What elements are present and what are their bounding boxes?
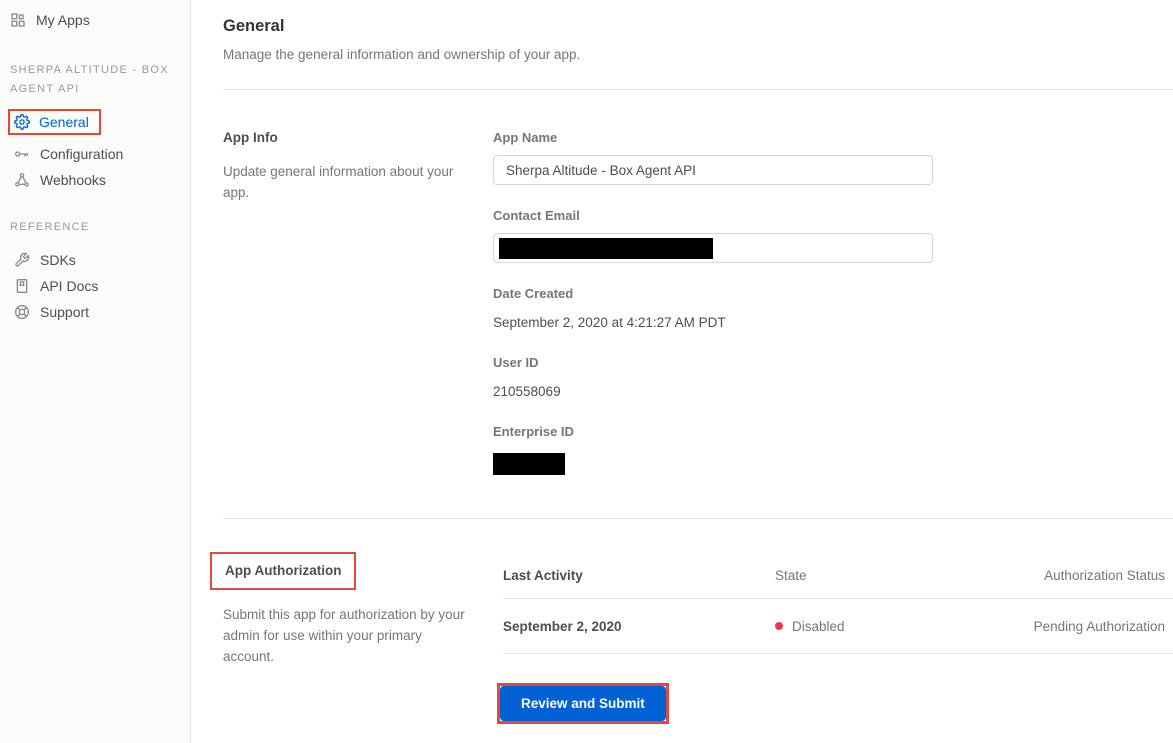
annotation-highlight-app-authorization: App Authorization xyxy=(210,552,356,590)
sidebar-item-label: SDKs xyxy=(40,252,76,268)
review-and-submit-button[interactable]: Review and Submit xyxy=(500,686,666,721)
annotation-highlight-submit-button: Review and Submit xyxy=(497,683,669,724)
table-row: September 2, 2020 Disabled Pending Autho… xyxy=(503,599,1173,654)
sidebar-item-label: Configuration xyxy=(40,146,123,162)
column-header-state: State xyxy=(775,568,941,583)
apps-grid-icon xyxy=(10,12,26,28)
lifebuoy-icon xyxy=(14,304,30,320)
webhook-icon xyxy=(14,172,30,188)
enterprise-id-field: Enterprise ID xyxy=(493,424,1173,475)
sidebar-app-section-label: SHERPA ALTITUDE - BOX AGENT API xyxy=(10,61,176,99)
app-name-label: App Name xyxy=(493,130,1173,145)
sidebar-reference-label: REFERENCE xyxy=(10,218,176,237)
app-authorization-section: App Authorization Submit this app for au… xyxy=(223,519,1173,724)
sidebar-item-configuration[interactable]: Configuration xyxy=(0,141,190,167)
page-subtitle: Manage the general information and owner… xyxy=(223,47,1173,62)
user-id-value: 210558069 xyxy=(493,384,1173,399)
state-value: Disabled xyxy=(792,619,845,634)
user-id-label: User ID xyxy=(493,355,1173,370)
redaction-box-enterprise-id xyxy=(493,453,565,475)
date-created-label: Date Created xyxy=(493,286,1173,301)
sidebar-item-my-apps[interactable]: My Apps xyxy=(0,0,190,36)
app-info-section: App Info Update general information abou… xyxy=(223,90,1173,519)
column-header-last-activity: Last Activity xyxy=(503,568,775,583)
sidebar-item-label: My Apps xyxy=(36,12,90,28)
sidebar-item-sdks[interactable]: SDKs xyxy=(0,247,190,273)
column-header-authorization-status: Authorization Status xyxy=(941,568,1173,583)
app-authorization-description: Submit this app for authorization by you… xyxy=(223,604,467,667)
sidebar: My Apps SHERPA ALTITUDE - BOX AGENT API … xyxy=(0,0,191,743)
redaction-box-email xyxy=(499,238,713,259)
sidebar-item-label: Webhooks xyxy=(40,172,106,188)
authorization-status-cell: Pending Authorization xyxy=(941,619,1173,634)
last-activity-cell: September 2, 2020 xyxy=(503,619,775,634)
app-info-heading: App Info xyxy=(223,130,467,145)
date-created-value: September 2, 2020 at 4:21:27 AM PDT xyxy=(493,315,1173,330)
sidebar-item-support[interactable]: Support xyxy=(0,299,190,325)
sidebar-item-label: API Docs xyxy=(40,278,98,294)
sidebar-item-general[interactable]: General xyxy=(8,109,101,135)
gear-icon xyxy=(14,114,30,130)
table-header-row: Last Activity State Authorization Status xyxy=(503,552,1173,599)
main-content: General Manage the general information a… xyxy=(191,0,1173,743)
date-created-field: Date Created September 2, 2020 at 4:21:2… xyxy=(493,286,1173,330)
sidebar-item-label: Support xyxy=(40,304,89,320)
enterprise-id-label: Enterprise ID xyxy=(493,424,1173,439)
authorization-table: Last Activity State Authorization Status… xyxy=(493,552,1173,654)
contact-email-field: Contact Email xyxy=(493,208,1173,263)
app-info-description: Update general information about your ap… xyxy=(223,161,467,203)
sidebar-item-webhooks[interactable]: Webhooks xyxy=(0,167,190,193)
app-name-input[interactable] xyxy=(493,155,933,185)
key-icon xyxy=(14,146,30,162)
page-title: General xyxy=(223,17,1173,36)
app-name-field: App Name xyxy=(493,130,1173,185)
sidebar-item-label: General xyxy=(39,114,89,130)
user-id-field: User ID 210558069 xyxy=(493,355,1173,399)
document-icon xyxy=(14,278,30,294)
sidebar-item-api-docs[interactable]: API Docs xyxy=(0,273,190,299)
status-dot-icon xyxy=(775,622,783,630)
app-authorization-heading: App Authorization xyxy=(225,563,341,578)
page-header: General Manage the general information a… xyxy=(223,0,1173,90)
state-cell: Disabled xyxy=(775,619,941,634)
contact-email-label: Contact Email xyxy=(493,208,1173,223)
wrench-icon xyxy=(14,252,30,268)
